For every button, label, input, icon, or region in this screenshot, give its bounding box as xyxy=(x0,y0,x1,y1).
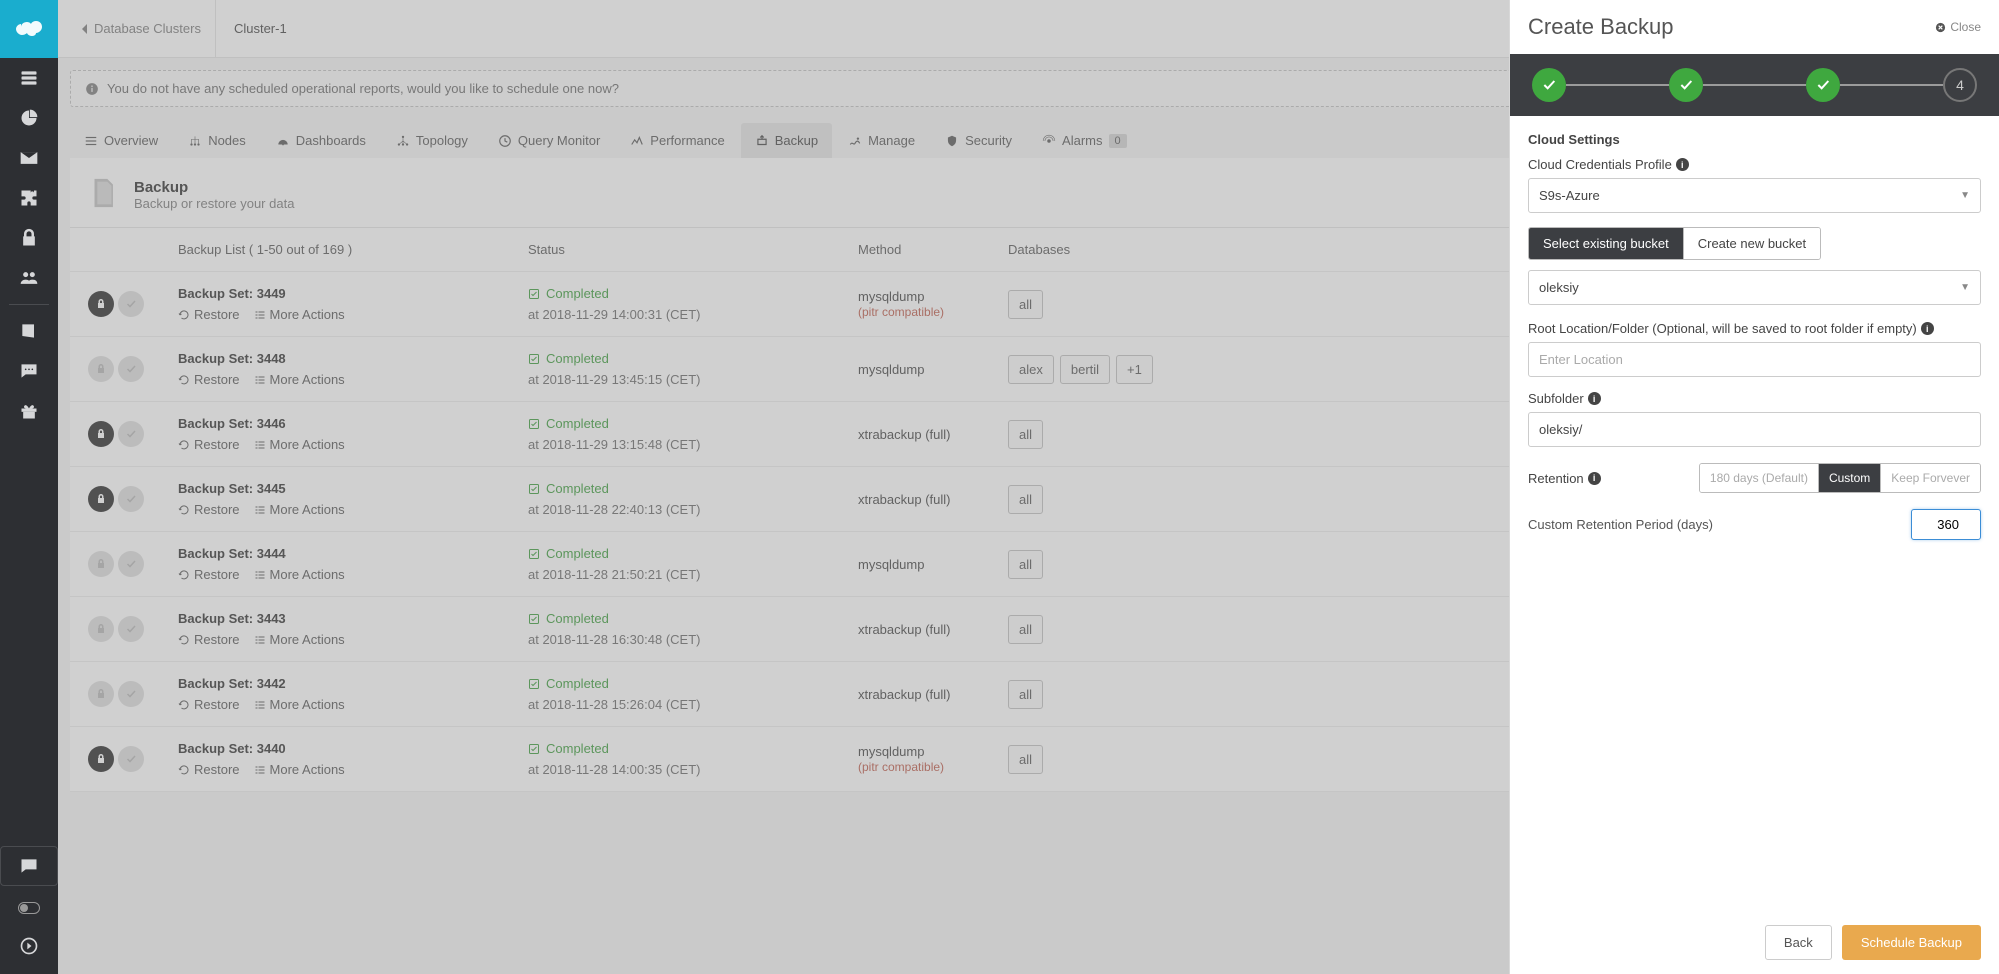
schedule-backup-button[interactable]: Schedule Backup xyxy=(1842,925,1981,960)
credentials-label: Cloud Credentials Profilei xyxy=(1528,157,1981,172)
nav-chart-icon[interactable] xyxy=(0,98,58,138)
bucket-value: oleksiy xyxy=(1539,280,1579,295)
brand-logo[interactable] xyxy=(0,0,58,58)
info-icon[interactable]: i xyxy=(1676,158,1689,171)
retention-label: Retentioni xyxy=(1528,471,1601,486)
panel-title: Create Backup xyxy=(1528,14,1674,40)
create-backup-panel: Create Backup Close 4 Cloud Settings Clo… xyxy=(1509,0,1999,974)
panel-close-button[interactable]: Close xyxy=(1935,20,1981,34)
panel-footer: Back Schedule Backup xyxy=(1510,911,1999,974)
nav-clusters-icon[interactable] xyxy=(0,58,58,98)
step-line xyxy=(1566,84,1669,86)
wizard-stepper: 4 xyxy=(1510,54,1999,116)
root-location-input[interactable] xyxy=(1528,342,1981,377)
subfolder-input[interactable] xyxy=(1528,412,1981,447)
nav-docs-icon[interactable] xyxy=(0,311,58,351)
info-icon[interactable]: i xyxy=(1588,392,1601,405)
theme-toggle[interactable] xyxy=(18,902,40,914)
caret-down-icon: ▼ xyxy=(1960,282,1970,293)
nav-gift-icon[interactable] xyxy=(0,391,58,431)
chat-button[interactable] xyxy=(0,846,58,886)
close-label: Close xyxy=(1950,20,1981,34)
retention-custom[interactable]: Custom xyxy=(1819,464,1881,492)
step-1-done[interactable] xyxy=(1532,68,1566,102)
rail-divider xyxy=(9,304,49,305)
cloud-settings-heading: Cloud Settings xyxy=(1528,132,1981,147)
retention-toggle: 180 days (Default) Custom Keep Forvever xyxy=(1699,463,1981,493)
nav-mail-icon[interactable] xyxy=(0,138,58,178)
left-nav-rail xyxy=(0,0,58,974)
create-new-bucket[interactable]: Create new bucket xyxy=(1684,228,1820,259)
step-2-done[interactable] xyxy=(1669,68,1703,102)
bucket-select[interactable]: oleksiy ▼ xyxy=(1528,270,1981,305)
nav-puzzle-icon[interactable] xyxy=(0,178,58,218)
close-icon xyxy=(1935,22,1946,33)
nav-users-icon[interactable] xyxy=(0,258,58,298)
custom-retention-input[interactable] xyxy=(1911,509,1981,540)
retention-forever[interactable]: Keep Forvever xyxy=(1881,464,1980,492)
back-button[interactable]: Back xyxy=(1765,925,1832,960)
panel-body: Cloud Settings Cloud Credentials Profile… xyxy=(1510,116,1999,911)
subfolder-label: Subfolderi xyxy=(1528,391,1981,406)
collapse-rail-icon[interactable] xyxy=(0,926,58,966)
step-line xyxy=(1840,84,1943,86)
custom-retention-label: Custom Retention Period (days) xyxy=(1528,517,1713,532)
panel-header: Create Backup Close xyxy=(1510,0,1999,54)
info-icon[interactable]: i xyxy=(1588,472,1601,485)
select-existing-bucket[interactable]: Select existing bucket xyxy=(1529,228,1684,259)
nav-feedback-icon[interactable] xyxy=(0,351,58,391)
root-location-label: Root Location/Folder (Optional, will be … xyxy=(1528,321,1981,336)
step-3-done[interactable] xyxy=(1806,68,1840,102)
nav-lock-icon[interactable] xyxy=(0,218,58,258)
caret-down-icon: ▼ xyxy=(1960,190,1970,201)
step-4-current[interactable]: 4 xyxy=(1943,68,1977,102)
bucket-mode-toggle: Select existing bucket Create new bucket xyxy=(1528,227,1821,260)
step-line xyxy=(1703,84,1806,86)
rail-bottom xyxy=(0,838,58,974)
credentials-select[interactable]: S9s-Azure ▼ xyxy=(1528,178,1981,213)
credentials-value: S9s-Azure xyxy=(1539,188,1600,203)
retention-default[interactable]: 180 days (Default) xyxy=(1700,464,1819,492)
info-icon[interactable]: i xyxy=(1921,322,1934,335)
